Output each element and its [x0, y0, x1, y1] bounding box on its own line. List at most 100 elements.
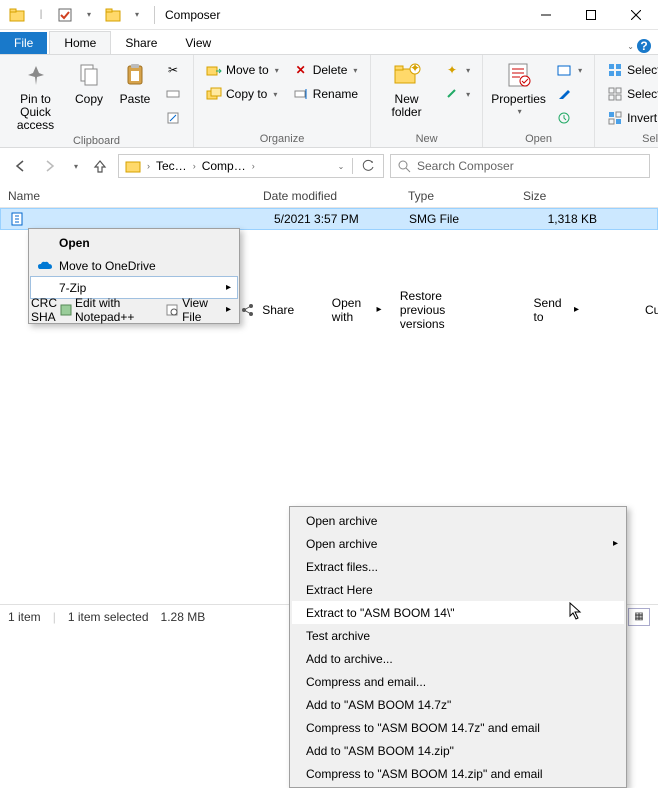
edit-button[interactable]	[552, 83, 586, 105]
copy-to-button[interactable]: Copy to▾	[202, 83, 283, 105]
submenu-extract-to[interactable]: Extract to "ASM BOOM 14\"	[292, 601, 624, 624]
file-date: 5/2021 3:57 PM	[274, 212, 359, 226]
help-button[interactable]: ⌄ ?	[627, 38, 652, 54]
copy-button[interactable]: Copy	[69, 59, 109, 106]
column-name[interactable]: Name	[0, 189, 255, 203]
group-open: Properties▾ ▾ Open	[483, 55, 595, 147]
edit-icon	[556, 86, 572, 102]
tab-view[interactable]: View	[171, 32, 225, 54]
maximize-button[interactable]	[568, 0, 613, 30]
address-dropdown-button[interactable]: ⌄	[330, 154, 350, 178]
tab-file[interactable]: File	[0, 32, 47, 54]
select-none-button[interactable]: Select none	[603, 83, 658, 105]
column-size[interactable]: Size	[515, 189, 658, 203]
submenu-extract-here[interactable]: Extract Here	[292, 578, 624, 601]
chevron-down-icon: ▾	[275, 66, 279, 75]
paste-icon	[119, 59, 151, 91]
x-icon: ✕	[293, 62, 309, 78]
menu-restore[interactable]: Restore previous versions	[388, 298, 479, 321]
status-items: 1 item	[8, 610, 41, 624]
chevron-right-icon: ▸	[377, 304, 382, 315]
refresh-button[interactable]	[355, 154, 381, 178]
search-input[interactable]: Search Composer	[390, 154, 650, 178]
notepadpp-icon	[57, 303, 75, 317]
submenu-open-archive-sub[interactable]: Open archive▸	[292, 532, 624, 555]
breadcrumb[interactable]: Tec…	[152, 159, 191, 173]
easy-access-button[interactable]: ▾	[440, 83, 474, 105]
new-item-button[interactable]: ✦▾	[440, 59, 474, 81]
chevron-down-icon: ▾	[466, 66, 470, 75]
chevron-down-icon: ▾	[353, 66, 357, 75]
path-icon	[165, 86, 181, 102]
close-button[interactable]	[613, 0, 658, 30]
chevron-right-icon[interactable]: ›	[252, 161, 255, 171]
submenu-test[interactable]: Test archive	[292, 624, 624, 647]
properties-button[interactable]: Properties▾	[491, 59, 546, 117]
submenu-compress-7z-email[interactable]: Compress to "ASM BOOM 14.7z" and email	[292, 716, 624, 739]
chevron-down-icon: ▾	[74, 162, 78, 171]
ribbon-tabs: File Home Share View ⌄ ?	[0, 30, 658, 54]
icons-view-button[interactable]: ▦	[628, 608, 650, 626]
share-icon	[234, 303, 262, 317]
group-clipboard: Pin to Quick access Copy Paste ✂ Clipboa…	[0, 55, 194, 147]
qat-dropdown-icon[interactable]: ▾	[126, 4, 148, 26]
tab-share[interactable]: Share	[111, 32, 171, 54]
file-type: SMG File	[409, 212, 459, 226]
menu-cut[interactable]: Cut	[617, 298, 658, 321]
viewfile-icon	[162, 303, 182, 317]
select-none-icon	[607, 86, 623, 102]
paste-shortcut-button[interactable]	[161, 107, 185, 129]
submenu-open-archive[interactable]: Open archive	[292, 509, 624, 532]
move-to-button[interactable]: Move to▾	[202, 59, 283, 81]
submenu-addto[interactable]: Add to archive...	[292, 647, 624, 670]
chevron-down-icon: ▾	[273, 90, 277, 99]
submenu-compress-zip-email[interactable]: Compress to "ASM BOOM 14.zip" and email	[292, 762, 624, 785]
link-icon	[444, 86, 460, 102]
invert-icon	[607, 110, 623, 126]
qat-dropdown-icon[interactable]: ▾	[78, 4, 100, 26]
copy-path-button[interactable]	[161, 83, 185, 105]
group-label: New	[379, 131, 474, 145]
open-button[interactable]: ▾	[552, 59, 586, 81]
chevron-right-icon[interactable]: ›	[193, 161, 196, 171]
menu-sendto[interactable]: Send to▸	[511, 298, 585, 321]
submenu-addto-7z[interactable]: Add to "ASM BOOM 14.7z"	[292, 693, 624, 716]
cut-button[interactable]: ✂	[161, 59, 185, 81]
invert-selection-button[interactable]: Invert selection	[603, 107, 658, 129]
menu-share[interactable]: Share	[234, 298, 312, 321]
chevron-right-icon[interactable]: ›	[147, 161, 150, 171]
submenu-extract-files[interactable]: Extract files...	[292, 555, 624, 578]
select-all-button[interactable]: Select all	[603, 59, 658, 81]
paste-button[interactable]: Paste	[115, 59, 155, 106]
menu-onedrive[interactable]: Move to OneDrive	[31, 254, 237, 277]
column-type[interactable]: Type	[400, 189, 515, 203]
pin-to-quick-access-button[interactable]: Pin to Quick access	[8, 59, 63, 133]
history-button[interactable]	[552, 107, 586, 129]
file-row[interactable]: 5/2021 3:57 PM SMG File 1,318 KB	[0, 208, 658, 230]
back-button[interactable]	[8, 154, 32, 178]
status-selected: 1 item selected	[68, 610, 149, 624]
menu-notepadpp[interactable]: Edit with Notepad++	[57, 298, 162, 321]
menu-openwith[interactable]: Open with▸	[312, 298, 387, 321]
menu-crcsha[interactable]: CRC SHA▸ Edit with Notepad++ View File S…	[31, 298, 237, 321]
up-button[interactable]	[88, 154, 112, 178]
checkbox-icon[interactable]	[54, 4, 76, 26]
delete-button[interactable]: ✕Delete▾	[289, 59, 362, 81]
tab-home[interactable]: Home	[49, 31, 111, 54]
group-label: Open	[491, 131, 586, 145]
breadcrumb[interactable]: Comp…	[198, 159, 250, 173]
menu-viewfile[interactable]: View File	[162, 298, 234, 321]
new-folder-button[interactable]: ✦ New folder	[379, 59, 434, 119]
minimize-button[interactable]	[523, 0, 568, 30]
recent-locations-button[interactable]: ▾	[68, 154, 82, 178]
menu-open[interactable]: Open	[31, 231, 237, 254]
submenu-compress-email[interactable]: Compress and email...	[292, 670, 624, 693]
address-bar[interactable]: › Tec… › Comp… › ⌄	[118, 154, 384, 178]
qat-separator: |	[30, 4, 52, 26]
forward-button[interactable]	[38, 154, 62, 178]
column-date[interactable]: Date modified	[255, 189, 400, 203]
context-menu: Open Move to OneDrive 7-Zip▸ CRC SHA▸ Ed…	[28, 228, 240, 324]
folder-icon	[121, 158, 145, 174]
submenu-addto-zip[interactable]: Add to "ASM BOOM 14.zip"	[292, 739, 624, 762]
rename-button[interactable]: Rename	[289, 83, 362, 105]
